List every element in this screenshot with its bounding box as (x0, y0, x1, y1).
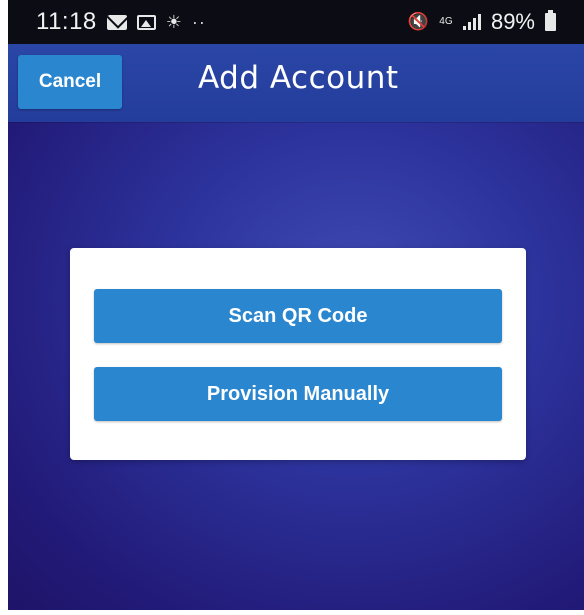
scan-qr-code-button[interactable]: Scan QR Code (94, 289, 502, 343)
status-left: 11:18 ☀ ·· (36, 8, 206, 36)
status-bar: 11:18 ☀ ·· 🔇 4G 89% (8, 0, 584, 44)
battery-percentage: 89% (490, 9, 535, 34)
status-time: 11:18 (36, 8, 97, 35)
cancel-button[interactable]: Cancel (18, 55, 122, 109)
provision-manually-button[interactable]: Provision Manually (94, 367, 502, 421)
mute-icon: 🔇 (407, 12, 429, 31)
provision-options-card: Scan QR Code Provision Manually (70, 248, 526, 460)
more-dots-icon: ·· (191, 11, 206, 32)
header-bar: Cancel Add Account (8, 44, 584, 122)
status-right: 🔇 4G 89% (408, 9, 556, 35)
image-icon (136, 14, 156, 30)
signal-icon (462, 14, 481, 30)
battery-icon (545, 10, 556, 31)
lte-icon: 4G (439, 16, 453, 27)
weather-icon: ☀ (165, 12, 182, 32)
app-screen: Cancel Add Account Scan QR Code Provisio… (8, 44, 584, 610)
mail-icon (106, 14, 127, 30)
phone-screen: 11:18 ☀ ·· 🔇 4G 89% Cancel Add Account S… (8, 0, 584, 610)
page-title: Add Account (198, 60, 399, 96)
